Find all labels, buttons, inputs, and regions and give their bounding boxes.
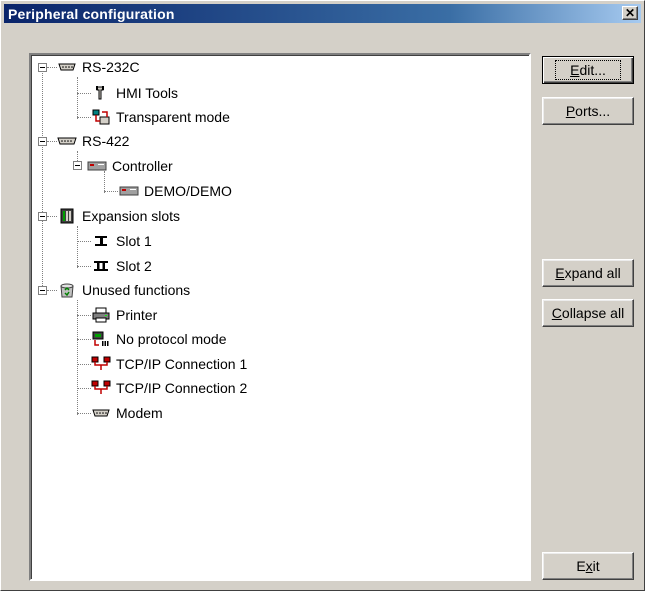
tree-connector — [77, 117, 91, 118]
tree-connector — [77, 315, 91, 316]
tree-item-tcpip-connection-1[interactable]: TCP/IP Connection 1 — [91, 354, 248, 374]
ports-button-label: Ports... — [565, 103, 611, 119]
printer-icon — [92, 307, 110, 323]
tree-item-label: RS-422 — [82, 133, 130, 149]
collapse-controller-toggle[interactable] — [73, 161, 82, 170]
tree-item-unused-functions[interactable]: Unused functions — [57, 280, 191, 300]
controller-icon — [87, 161, 107, 171]
tree-connector — [104, 191, 118, 192]
tree-item-label: Slot 1 — [116, 233, 152, 249]
tree-root-line — [42, 67, 43, 292]
exit-button-label: Exit — [576, 558, 600, 574]
edit-button[interactable]: Edit... — [542, 56, 634, 84]
close-button[interactable]: ✕ — [622, 6, 638, 20]
serial-port-icon — [58, 63, 76, 71]
serial-port-icon — [57, 137, 77, 145]
tree-connector — [77, 339, 91, 340]
tree-item-rs232[interactable]: RS-232C — [57, 57, 141, 77]
tree-item-demo-demo[interactable]: DEMO/DEMO — [119, 181, 233, 201]
tree-item-transparent-mode[interactable]: Transparent mode — [91, 107, 231, 127]
no-protocol-icon — [92, 331, 109, 346]
tree-connector — [47, 141, 57, 142]
ports-button[interactable]: Ports... — [542, 97, 634, 125]
tree-connector — [77, 413, 91, 414]
tree-branch-line — [77, 226, 78, 268]
tree-item-label: Expansion slots — [82, 208, 181, 224]
expansion-slots-icon — [60, 208, 74, 224]
close-icon: ✕ — [624, 6, 636, 20]
tree-item-label: Slot 2 — [116, 258, 152, 274]
peripheral-configuration-window: Peripheral configuration ✕ RS-232C HMI T… — [0, 0, 645, 591]
tree-item-label: TCP/IP Connection 1 — [116, 356, 248, 372]
tree-branch-line — [77, 300, 78, 415]
recycle-bin-icon — [60, 283, 74, 298]
tree-connector — [77, 266, 91, 267]
window-title: Peripheral configuration — [8, 5, 175, 22]
tree-item-hmi-tools[interactable]: HMI Tools — [91, 83, 179, 103]
tree-item-controller[interactable]: Controller — [87, 156, 174, 176]
tree-item-tcpip-connection-2[interactable]: TCP/IP Connection 2 — [91, 378, 248, 398]
tree-item-label: RS-232C — [82, 59, 140, 75]
tree-item-label: Modem — [116, 405, 163, 421]
tree-branch-line — [77, 77, 78, 119]
slot-one-icon — [95, 236, 107, 246]
collapse-all-button[interactable]: Collapse all — [542, 299, 634, 327]
collapse-all-button-label: Collapse all — [551, 305, 625, 321]
expand-all-button-label: Expand all — [555, 265, 621, 281]
slot-two-icon — [94, 261, 108, 271]
tree-connector — [47, 216, 57, 217]
tree-item-label: TCP/IP Connection 2 — [116, 380, 248, 396]
tree-connector — [47, 290, 57, 291]
expand-all-button[interactable]: Expand all — [542, 259, 634, 287]
tree-connector — [77, 388, 91, 389]
tree-item-label: Transparent mode — [116, 109, 230, 125]
tree-item-printer[interactable]: Printer — [91, 305, 158, 325]
collapse-expansion-toggle[interactable] — [38, 212, 47, 221]
network-icon — [91, 380, 111, 394]
tree-item-slot-1[interactable]: Slot 1 — [91, 231, 153, 251]
network-icon — [91, 356, 111, 370]
edit-button-label: Edit... — [555, 60, 621, 80]
tree-item-no-protocol-mode[interactable]: No protocol mode — [91, 329, 228, 349]
modem-icon — [92, 409, 110, 417]
peripheral-tree[interactable]: RS-232C HMI Tools Transparent mode RS-42… — [29, 53, 531, 581]
tree-item-rs422[interactable]: RS-422 — [57, 131, 130, 151]
tree-connector — [77, 241, 91, 242]
tools-icon — [96, 86, 104, 100]
collapse-rs232-toggle[interactable] — [38, 63, 47, 72]
tree-item-label: HMI Tools — [116, 85, 178, 101]
tree-item-label: DEMO/DEMO — [144, 183, 232, 199]
tree-connector — [47, 67, 57, 68]
tree-item-label: Unused functions — [82, 282, 191, 298]
tree-item-modem[interactable]: Modem — [91, 403, 164, 423]
tree-item-label: Printer — [116, 307, 158, 323]
tree-item-label: Controller — [112, 158, 173, 174]
collapse-unused-toggle[interactable] — [38, 286, 47, 295]
controller-icon — [119, 186, 139, 196]
tree-connector — [77, 93, 91, 94]
tree-item-slot-2[interactable]: Slot 2 — [91, 256, 153, 276]
tree-item-expansion-slots[interactable]: Expansion slots — [57, 206, 181, 226]
title-bar[interactable]: Peripheral configuration ✕ — [4, 4, 641, 23]
tree-connector — [77, 364, 91, 365]
tree-branch-line — [77, 151, 78, 161]
collapse-rs422-toggle[interactable] — [38, 137, 47, 146]
transparent-mode-icon — [92, 109, 110, 125]
exit-button[interactable]: Exit — [542, 552, 634, 580]
tree-item-label: No protocol mode — [116, 331, 227, 347]
